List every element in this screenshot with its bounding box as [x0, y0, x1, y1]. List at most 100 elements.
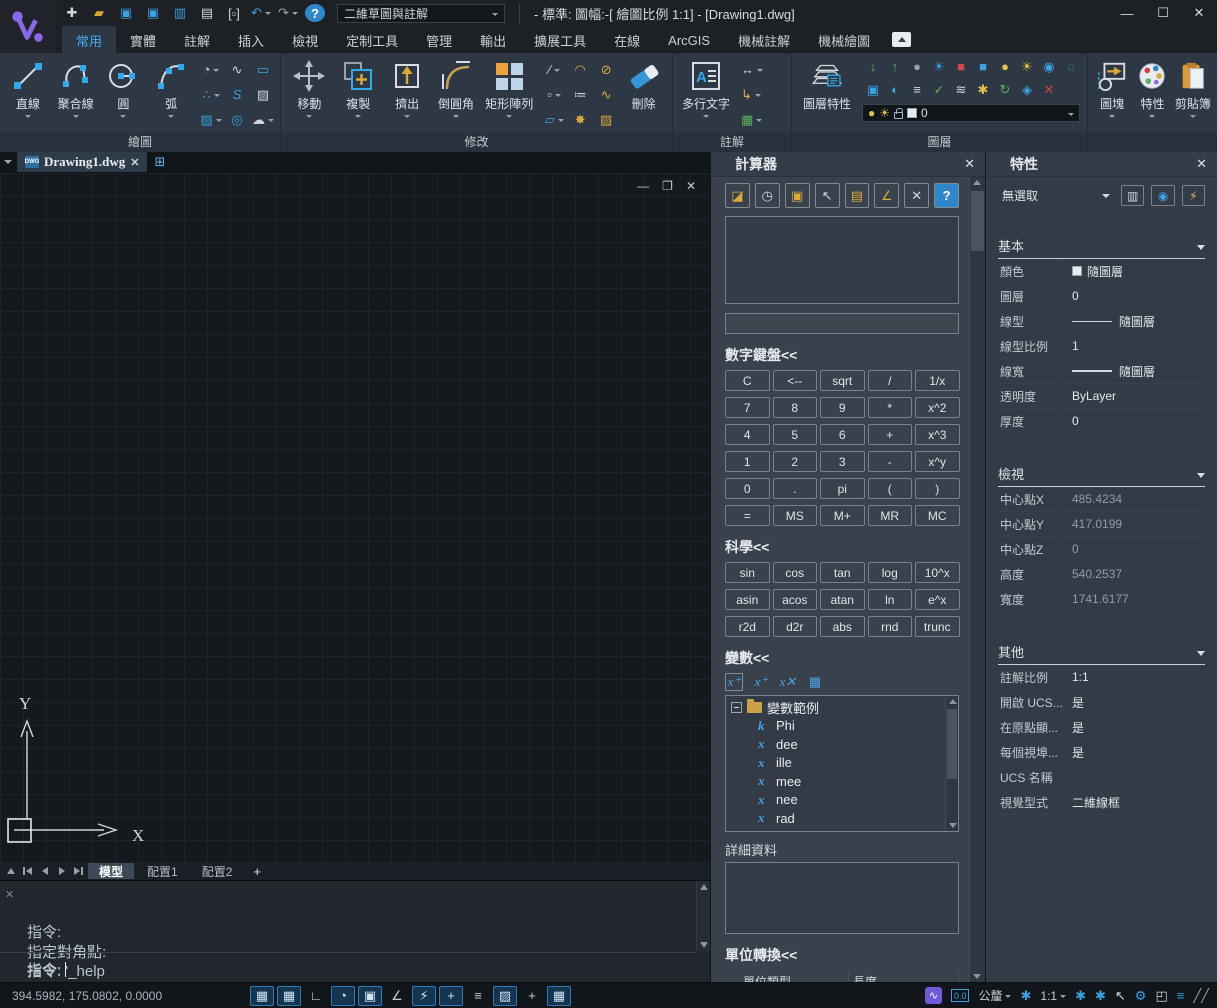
workspace-switch-icon[interactable]: ∿ — [925, 987, 942, 1004]
command-window[interactable]: ✕ 指令:指定對角點:指令: '_help 指令: — [0, 880, 710, 982]
lineweight-toggle[interactable]: ≡ — [466, 986, 490, 1006]
settings-gear-icon[interactable]: ⚙ — [1135, 988, 1147, 1004]
ribbon-tab[interactable]: 定制工具 — [332, 26, 412, 53]
copy-button[interactable]: 複製 — [334, 55, 383, 121]
property-row[interactable]: 在原點顯... 是 — [998, 715, 1205, 740]
stretch-button[interactable]: 擠出 — [383, 55, 432, 121]
calc-key[interactable]: ) — [915, 478, 960, 499]
property-row[interactable]: 線型 隨圖層 — [998, 309, 1205, 334]
new-variable-icon[interactable]: x⁺ — [725, 673, 743, 691]
calc-key[interactable]: sin — [725, 562, 770, 583]
calc-key[interactable]: <-- — [773, 370, 818, 391]
layer-current-icon[interactable]: ✓ — [934, 83, 945, 96]
units-label[interactable]: 公釐 — [978, 987, 1011, 1004]
annotation-visibility-icon[interactable]: ✱ — [1020, 988, 1031, 1004]
resize-grip-icon[interactable]: ╱╱ — [1193, 988, 1209, 1004]
calculator-input[interactable] — [725, 313, 959, 334]
layer-isolate-icon[interactable]: ≋ — [956, 83, 967, 96]
ribbon-tab[interactable]: 實體 — [116, 26, 170, 53]
calc-key[interactable]: 9 — [820, 397, 865, 418]
rad[interactable]: x rad — [731, 809, 942, 828]
next-layout-icon[interactable] — [54, 864, 69, 878]
Phi[interactable]: k Phi — [731, 717, 942, 736]
table-icon[interactable]: ▦ — [741, 113, 763, 126]
layer-copy-icon[interactable]: ◈ — [1022, 83, 1032, 96]
layer-move-up-icon[interactable]: ↑ — [892, 60, 899, 73]
otrack-toggle[interactable]: ⚡ — [412, 986, 436, 1006]
section-header-basic[interactable]: 基本 — [998, 236, 1205, 259]
close-button[interactable]: ✕ — [1181, 1, 1217, 25]
command-prompt[interactable]: 指令: — [27, 959, 66, 980]
property-row[interactable]: 寬度 1741.6177 — [998, 587, 1205, 612]
calc-key[interactable]: r2d — [725, 616, 770, 637]
offset-icon[interactable]: ▫ — [547, 88, 561, 101]
polar-toggle[interactable]: ◔ — [331, 986, 355, 1006]
revision-cloud-icon[interactable]: ☁ — [252, 113, 274, 126]
angle-toggle[interactable]: ∠ — [385, 986, 409, 1006]
ribbon-tab[interactable]: 輸出 — [466, 26, 520, 53]
layer-previous-icon[interactable]: ◌ — [1067, 60, 1075, 73]
selection-dropdown[interactable]: 無選取 — [998, 186, 1114, 206]
mee[interactable]: x mee — [731, 772, 942, 791]
maximize-button[interactable]: ☐ — [1145, 1, 1181, 25]
copy-sheets-icon[interactable]: ▥ — [170, 4, 190, 22]
circle-button[interactable]: 圓 — [100, 55, 148, 121]
ribbon-tab[interactable]: ArcGIS — [654, 26, 724, 53]
delete-variable-icon[interactable]: x✕ — [779, 673, 797, 691]
nee[interactable]: x nee — [731, 791, 942, 810]
layer-match-icon[interactable]: ▣ — [867, 83, 879, 96]
layer-walk-icon[interactable]: ◐ — [891, 83, 899, 96]
expand-history-icon[interactable] — [3, 864, 18, 878]
close-tab-icon[interactable]: ✕ — [130, 156, 139, 169]
fillet-button[interactable]: 倒圓角 — [432, 55, 481, 121]
calc-key[interactable]: 6 — [820, 424, 865, 445]
units-box-icon[interactable]: 0.0 — [951, 989, 970, 1002]
line-button[interactable]: 直線 — [4, 55, 52, 121]
ribbon-tab[interactable]: 在線 — [600, 26, 654, 53]
trim-icon[interactable]: ∕ — [549, 63, 560, 76]
calc-key[interactable]: sqrt — [820, 370, 865, 391]
calc-key[interactable]: tan — [820, 562, 865, 583]
move-button[interactable]: 移動 — [285, 55, 334, 121]
property-row[interactable]: 高度 540.2537 — [998, 562, 1205, 587]
calc-key[interactable]: atan — [820, 589, 865, 610]
layer-unlock-icon[interactable]: ■ — [979, 60, 987, 73]
ellipse-icon[interactable]: ◔ — [203, 63, 220, 76]
property-row[interactable]: 註解比例 1:1 — [998, 665, 1205, 690]
rect-array-button[interactable]: 矩形陣列 — [480, 55, 538, 121]
first-layout-icon[interactable] — [20, 864, 35, 878]
spline-icon[interactable]: S — [233, 88, 242, 101]
property-row[interactable]: 圖層 0 — [998, 284, 1205, 309]
dimension-icon[interactable]: ↔ — [741, 63, 763, 76]
calc-key[interactable]: e^x — [915, 589, 960, 610]
keypad-section-header[interactable]: 數字鍵盤<< — [725, 345, 959, 365]
measure-angle-icon[interactable]: ∠ — [874, 183, 899, 208]
workspace-select[interactable]: 二維草圖與註解 — [337, 4, 505, 23]
property-row[interactable]: 中心點Y 417.0199 — [998, 512, 1205, 537]
erase-button[interactable]: 刪除 — [619, 55, 668, 112]
calc-key[interactable]: 5 — [773, 424, 818, 445]
ribbon-tab[interactable]: 管理 — [412, 26, 466, 53]
undo-icon[interactable]: ↶ — [251, 4, 271, 22]
layout-tab[interactable]: 配置2 — [191, 863, 244, 879]
variables-section-header[interactable]: 變數<< — [725, 648, 959, 668]
tab-list-icon[interactable] — [4, 160, 12, 168]
doc-minimize-button[interactable]: — — [637, 179, 649, 193]
property-row[interactable]: 每個視埠... 是 — [998, 740, 1205, 765]
arc-button[interactable]: 弧 — [147, 55, 195, 121]
calc-key[interactable]: cos — [773, 562, 818, 583]
app-logo[interactable] — [0, 0, 56, 53]
redo-icon[interactable]: ↷ — [278, 4, 298, 22]
clean-screen-icon[interactable]: [▫] — [224, 4, 244, 22]
calc-key[interactable]: 4 — [725, 424, 770, 445]
edit-polyline-icon[interactable]: ∿ — [601, 88, 612, 101]
scientific-section-header[interactable]: 科學<< — [725, 537, 959, 557]
section-header-misc[interactable]: 其他 — [998, 642, 1205, 665]
layer-move-down-icon[interactable]: ↓ — [870, 60, 877, 73]
edit-spline-icon[interactable]: ⊘ — [601, 63, 612, 76]
grid-toggle[interactable]: ▦ — [277, 986, 301, 1006]
calculator-history-box[interactable] — [725, 216, 959, 304]
block-button[interactable]: 圖塊 — [1092, 55, 1132, 121]
calc-key[interactable]: x^y — [915, 451, 960, 472]
ui-lock-toggle[interactable]: ▦ — [547, 986, 571, 1006]
